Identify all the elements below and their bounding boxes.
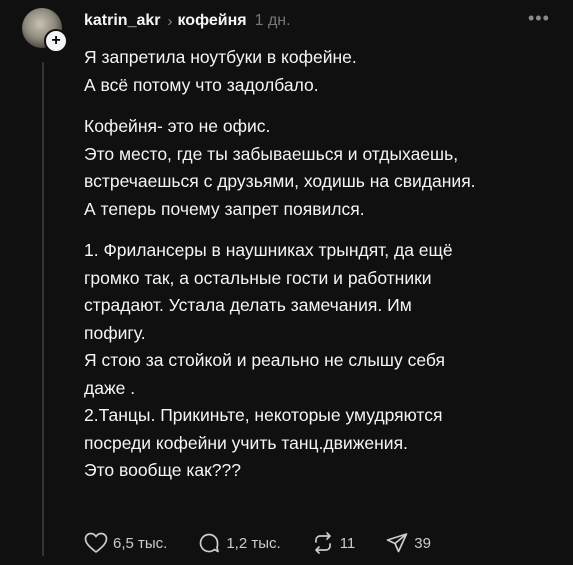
post-text: Я запретила ноутбуки в кофейне. А всё по… <box>84 44 564 485</box>
post-time: 1 дн. <box>254 12 291 29</box>
post-line: 1. Фрилансеры в наушниках трындят, да ещ… <box>84 240 453 260</box>
post-line: встречаешься с друзьями, ходишь на свида… <box>84 171 476 191</box>
post-line: страдают. Устала делать замечания. Им <box>84 295 412 315</box>
community-name[interactable]: кофейня <box>178 12 247 30</box>
post-line: Я запретила ноутбуки в кофейне. <box>84 47 357 67</box>
plus-icon[interactable]: + <box>44 29 68 53</box>
post-line: посреди кофейни учить танц.движения. <box>84 432 408 453</box>
thread-line <box>42 62 44 556</box>
comment-icon <box>200 533 220 553</box>
more-dots-icon[interactable]: ••• <box>528 8 550 29</box>
reply-button[interactable]: 1,2 тыс. <box>197 531 281 555</box>
share-count: 39 <box>414 534 431 552</box>
post-line: А всё потому что задолбало. <box>84 74 319 95</box>
post-line: А теперь почему запрет появился. <box>84 198 365 219</box>
reply-count: 1,2 тыс. <box>226 534 281 552</box>
post-header: katrin_akr › кофейня 1 дн. <box>84 10 291 32</box>
post-line: даже . <box>84 377 136 398</box>
like-count: 6,5 тыс. <box>113 534 168 552</box>
repost-icon <box>314 532 331 554</box>
post-line: Это место, где ты забываешься и отдыхаеш… <box>84 143 459 164</box>
like-button[interactable]: 6,5 тыс. <box>84 532 167 554</box>
post-line: 2.Танцы. Прикиньте, некоторые умудряются <box>84 405 443 425</box>
post-line: пофигу. <box>84 322 146 343</box>
send-icon <box>386 533 408 553</box>
action-bar: 6,5 тыс. 1,2 тыс. 11 39 <box>84 528 461 558</box>
post-line: громко так, а остальные гости и работник… <box>84 267 432 288</box>
post-line: Это вообще как??? <box>84 460 242 480</box>
post-line: Кофейня- это не офис. <box>84 116 271 136</box>
repost-button[interactable]: 11 <box>311 531 356 555</box>
post-line: Я стою за стойкой и реально не слышу себ… <box>84 350 445 370</box>
repost-count: 11 <box>339 534 356 552</box>
heart-icon <box>84 532 108 553</box>
author-username[interactable]: katrin_akr <box>84 12 161 30</box>
chevron-right-icon: › <box>167 12 173 30</box>
share-button[interactable]: 39 <box>385 531 431 555</box>
